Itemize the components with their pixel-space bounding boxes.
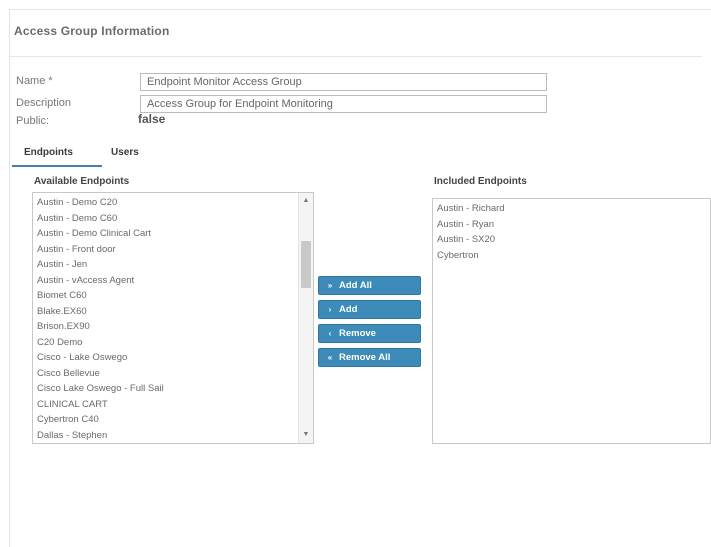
list-item[interactable]: Austin - Richard [433,201,710,217]
list-item[interactable]: Austin - Ryan [433,217,710,233]
list-item[interactable]: CLINICAL CART [33,397,313,413]
add-all-label: Add All [339,280,372,291]
description-field[interactable] [140,95,547,113]
double-chevron-left-icon: « [327,353,333,362]
list-item[interactable]: Cisco - Lake Oswego [33,350,313,366]
public-label: Public: [16,115,50,127]
list-item[interactable]: Cybertron C40 [33,412,313,428]
add-label: Add [339,304,358,315]
list-item[interactable]: Austin - Demo C20 [33,195,313,211]
chevron-left-icon: ‹ [328,329,332,338]
list-item[interactable]: Biomet C60 [33,288,313,304]
add-all-button[interactable]: » Add All [318,276,421,295]
chevron-right-icon: › [328,305,332,314]
scroll-thumb[interactable] [301,241,311,288]
active-tab-indicator [12,165,102,167]
scroll-down-arrow-icon[interactable]: ▼ [299,429,313,441]
available-endpoints-list[interactable]: Austin - Demo C20 Austin - Demo C60 Aust… [32,192,314,444]
list-item[interactable]: Cybertron [433,248,710,264]
remove-button[interactable]: ‹ Remove [318,324,421,343]
list-item[interactable]: Cisco Lake Oswego - Full Sail [33,381,313,397]
remove-all-label: Remove All [339,352,391,363]
scrollbar[interactable]: ▲ ▼ [298,193,313,443]
title-divider [9,56,702,57]
scroll-up-arrow-icon[interactable]: ▲ [299,195,313,207]
remove-all-button[interactable]: « Remove All [318,348,421,367]
list-item[interactable]: Dallas - Stephen [33,428,313,444]
name-label: Name * [16,75,53,87]
list-item[interactable]: C20 Demo [33,335,313,351]
available-endpoints-title: Available Endpoints [34,176,130,187]
tab-users[interactable]: Users [111,147,139,158]
included-endpoints-title: Included Endpoints [434,176,527,187]
list-item[interactable]: Blake.EX60 [33,304,313,320]
remove-label: Remove [339,328,376,339]
add-button[interactable]: › Add [318,300,421,319]
section-title: Access Group Information [14,24,170,38]
list-item[interactable]: Austin - Front door [33,242,313,258]
list-item[interactable]: Austin - vAccess Agent [33,273,313,289]
tab-endpoints[interactable]: Endpoints [24,147,73,158]
list-item[interactable]: Brison.EX90 [33,319,313,335]
list-item[interactable]: Austin - Jen [33,257,313,273]
double-chevron-right-icon: » [327,281,333,290]
list-item[interactable]: Austin - Demo Clinical Cart [33,226,313,242]
name-field[interactable] [140,73,547,91]
public-value: false [138,112,166,126]
list-item[interactable]: Austin - SX20 [433,232,710,248]
list-item[interactable]: Cisco Bellevue [33,366,313,382]
list-item[interactable]: Austin - Demo C60 [33,211,313,227]
description-label: Description [16,97,72,109]
included-endpoints-list[interactable]: Austin - Richard Austin - Ryan Austin - … [432,198,711,444]
